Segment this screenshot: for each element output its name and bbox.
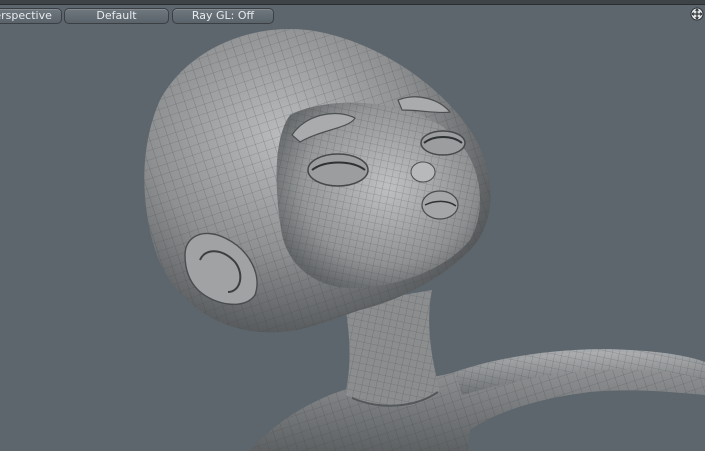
torso-mesh: [250, 349, 705, 451]
shading-mode-button[interactable]: Default: [64, 8, 169, 24]
view-mode-button[interactable]: Perspective: [0, 8, 62, 24]
character-model[interactable]: [0, 0, 705, 451]
move-navigate-icon[interactable]: [690, 7, 704, 21]
raygl-toggle-button[interactable]: Ray GL: Off: [172, 8, 274, 24]
viewport-toolbar: Perspective Default Ray GL: Off: [0, 6, 705, 26]
3d-viewport[interactable]: Perspective Default Ray GL: Off: [0, 0, 705, 451]
viewport-top-border: [0, 0, 705, 5]
